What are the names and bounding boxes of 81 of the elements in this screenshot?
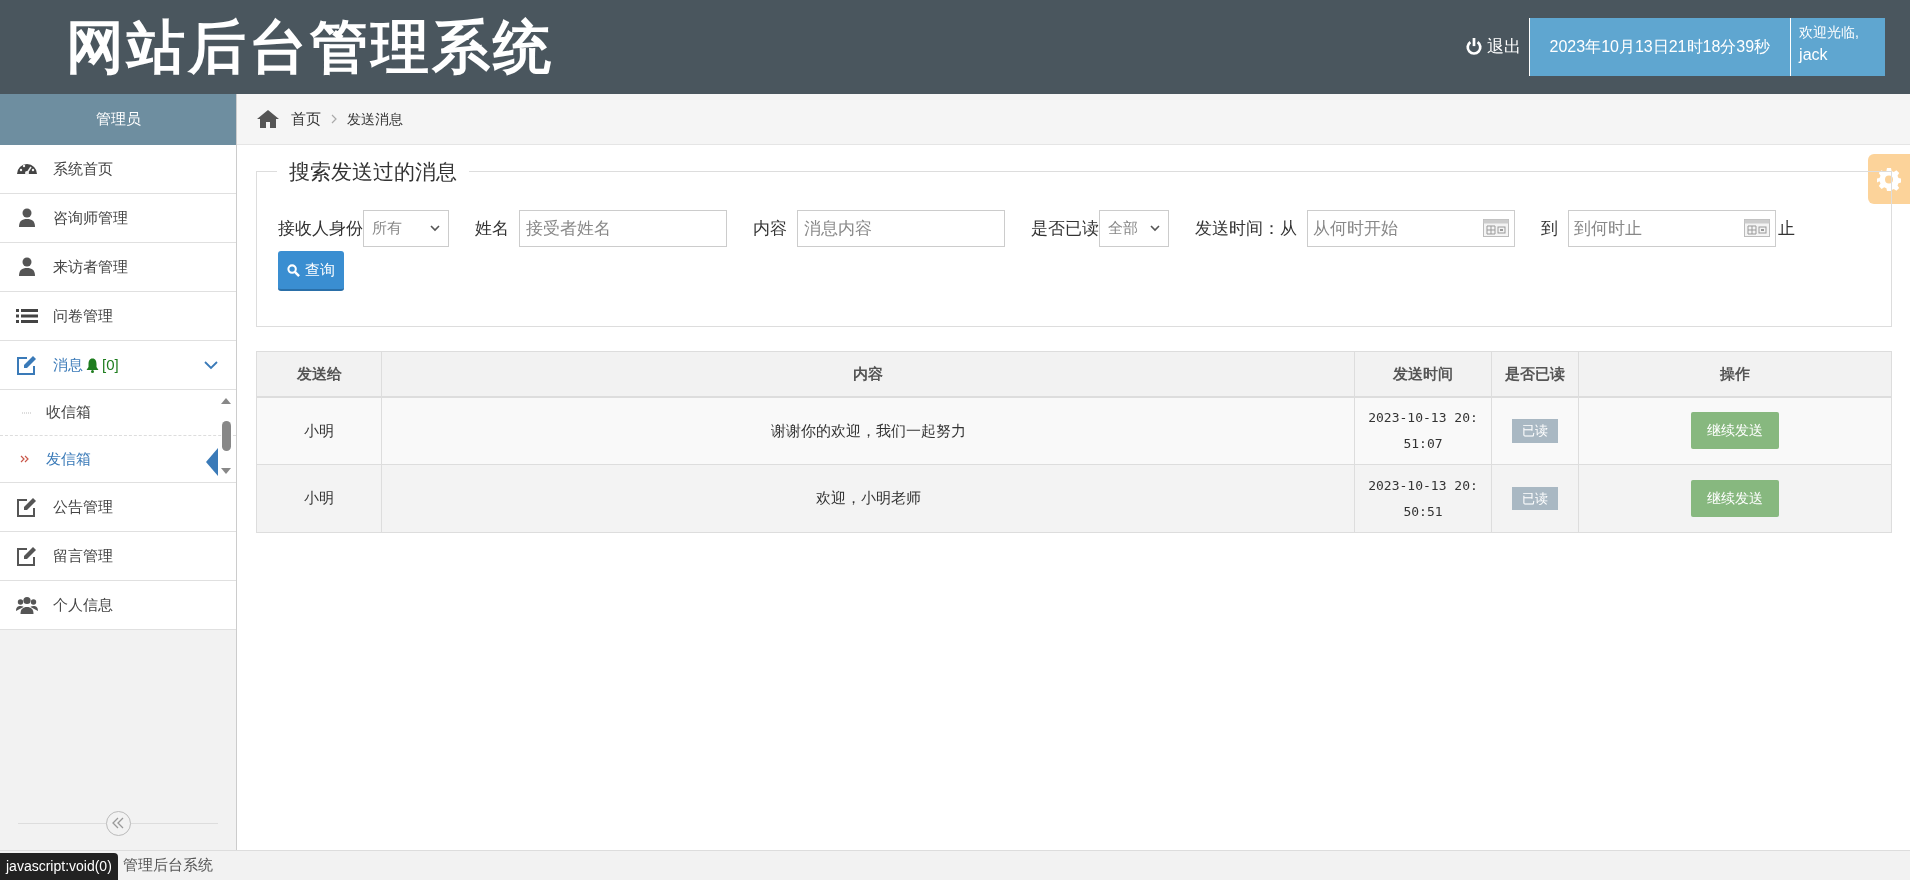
sidebar-item-label: 个人信息: [53, 594, 113, 615]
submenu-scrollbar[interactable]: [220, 398, 232, 474]
date-input[interactable]: 到何时止: [1568, 210, 1776, 247]
read-status-badge: 已读: [1512, 486, 1558, 511]
scroll-up-icon[interactable]: [221, 398, 231, 404]
sidebar-item[interactable]: 问卷管理: [0, 292, 236, 341]
column-header: 是否已读: [1491, 351, 1579, 397]
date-input[interactable]: 从何时开始: [1307, 210, 1515, 247]
sidebar-item-label: 公告管理: [53, 496, 113, 517]
chevron-right-icon: [331, 114, 337, 124]
user-name: jack: [1799, 45, 1829, 65]
sidebar-item[interactable]: 个人信息: [0, 581, 236, 630]
column-header: 内容: [381, 351, 1355, 397]
sidebar-item[interactable]: 消息 [0]: [0, 341, 236, 390]
search-button[interactable]: 查询: [278, 251, 344, 291]
users-icon: [16, 595, 38, 615]
breadcrumb-current: 发送消息: [347, 109, 403, 129]
site-title: 网站后台管理系统: [66, 11, 554, 83]
column-header: 发送给: [256, 351, 382, 397]
welcome-text: 欢迎光临,: [1799, 23, 1859, 42]
filter-label: 是否已读: [1031, 217, 1099, 240]
collapse-button[interactable]: [105, 810, 131, 836]
sidebar-item[interactable]: 公告管理: [0, 483, 236, 532]
dash-icon: [22, 412, 31, 414]
edit-icon: [16, 546, 38, 566]
sidebar-item[interactable]: 留言管理: [0, 532, 236, 581]
logout-link[interactable]: 退出: [1464, 34, 1521, 60]
text-input[interactable]: 消息内容: [797, 210, 1005, 247]
bell-icon: [86, 357, 99, 373]
dropdown[interactable]: 全部: [1099, 210, 1169, 247]
filter-label: 接收人身份: [278, 217, 363, 240]
chevron-down-icon: [204, 360, 218, 370]
scroll-down-icon[interactable]: [221, 468, 231, 474]
breadcrumb-link[interactable]: 首页: [291, 107, 321, 131]
filter-label: 到: [1541, 217, 1558, 240]
status-tooltip: javascript:void(0): [0, 853, 118, 880]
filter-label: 发送时间：从: [1195, 217, 1297, 240]
user-icon: [16, 257, 38, 277]
chevron-down-icon: [1150, 225, 1160, 232]
unread-count: [0]: [102, 354, 119, 375]
sidebar-header: 管理员: [0, 94, 236, 145]
table-cell-text: 2023-10-13 20:51:07: [1368, 408, 1478, 453]
sidebar-item[interactable]: 来访者管理: [0, 243, 236, 292]
edit-icon: [16, 355, 38, 375]
filter-label: 姓名: [475, 217, 509, 240]
text-input[interactable]: 接受者姓名: [519, 210, 727, 247]
calendar-icon: [1744, 219, 1770, 237]
chevron-down-icon: [430, 225, 440, 232]
table-cell: 欢迎，小明老师: [381, 464, 1355, 533]
list-icon: [16, 306, 38, 326]
power-icon: [1464, 38, 1483, 56]
settings-icon: [1877, 167, 1901, 191]
sidebar-item-label: 消息: [53, 354, 83, 375]
home-icon: [257, 110, 279, 128]
datetime-text: 2023年10月13日21时18分39秒: [1548, 37, 1772, 57]
table-cell: 小明: [256, 464, 382, 533]
sidebar-item-label: 问卷管理: [53, 305, 113, 326]
table-cell: 谢谢你的欢迎，我们一起努力: [381, 396, 1355, 465]
column-header: 操作: [1578, 351, 1892, 397]
column-header: 发送时间: [1354, 351, 1492, 397]
sidebar-item[interactable]: 咨询师管理: [0, 194, 236, 243]
double-chevron-right-icon: [20, 455, 29, 463]
edit-icon: [16, 497, 38, 517]
double-chevron-left-icon: [112, 817, 124, 829]
dropdown-value: 所有: [372, 218, 402, 239]
filter-suffix: 止: [1778, 217, 1795, 240]
dropdown[interactable]: 所有: [363, 210, 449, 247]
filter-label: 内容: [753, 217, 787, 240]
search-icon: [287, 263, 300, 277]
table-cell: 小明: [256, 396, 382, 465]
user-icon: [16, 208, 38, 228]
footer-text: 管理后台系统: [123, 855, 213, 876]
sidebar-item-label: 系统首页: [53, 158, 113, 179]
table-cell-text: 2023-10-13 20:50:51: [1368, 476, 1478, 521]
read-status-badge: 已读: [1512, 419, 1558, 443]
sidebar-item[interactable]: 系统首页: [0, 145, 236, 194]
sidebar-item-label: 留言管理: [53, 545, 113, 566]
sidebar-item-label: 咨询师管理: [53, 207, 128, 228]
dropdown-value: 全部: [1108, 218, 1138, 239]
calendar-icon: [1483, 219, 1509, 237]
sidebar-item-label: 来访者管理: [53, 256, 128, 277]
